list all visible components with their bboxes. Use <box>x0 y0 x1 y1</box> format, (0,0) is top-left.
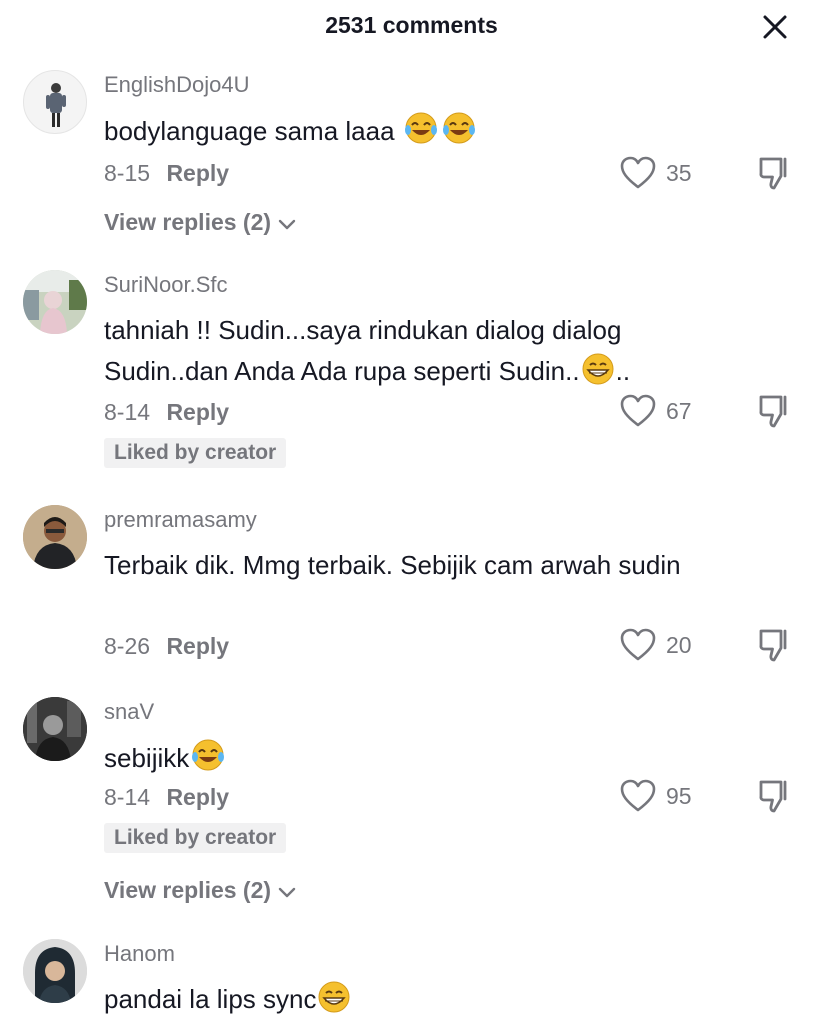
comment-item: snaV sebijikk 8-14 Reply 95 Liked by cre… <box>0 697 823 912</box>
view-replies-label: View replies (2) <box>104 209 272 235</box>
comment-date: 8-14 <box>104 399 151 425</box>
comment-username[interactable]: snaV <box>104 699 154 725</box>
comment-date: 8-14 <box>104 784 151 810</box>
comment-text: Terbaik dik. Mmg terbaik. Sebijik cam ar… <box>104 545 694 586</box>
avatar[interactable] <box>23 939 87 1003</box>
tears-of-joy-emoji <box>192 739 225 771</box>
comments-count-title: 2531 comments <box>325 12 498 38</box>
thumbs-down-icon[interactable] <box>757 393 793 429</box>
comment-meta: 8-14 Reply <box>104 784 229 811</box>
heart-icon <box>620 394 656 427</box>
comment-username[interactable]: EnglishDojo4U <box>104 72 250 98</box>
comment-meta: 8-14 Reply <box>104 399 229 426</box>
comment-date: 8-15 <box>104 160 151 186</box>
heart-icon <box>620 779 656 812</box>
view-replies-label: View replies (2) <box>104 877 272 903</box>
grinning-emoji <box>318 981 350 1013</box>
comment-text: pandai la lips sync <box>104 979 724 1020</box>
comment-username[interactable]: SuriNoor.Sfc <box>104 272 228 298</box>
thumbs-down-icon[interactable] <box>757 155 793 191</box>
chevron-down-icon <box>278 219 296 230</box>
thumbs-down-icon[interactable] <box>757 778 793 814</box>
comment-item: Hanom pandai la lips sync <box>0 939 823 1024</box>
comment-date: 8-26 <box>104 633 151 659</box>
comments-header: 2531 comments <box>0 0 823 54</box>
comment-username[interactable]: premramasamy <box>104 507 257 533</box>
reply-button[interactable]: Reply <box>166 399 229 426</box>
reply-button[interactable]: Reply <box>166 633 229 660</box>
liked-by-creator-badge: Liked by creator <box>104 438 287 468</box>
liked-by-creator-badge: Liked by creator <box>104 823 287 853</box>
view-replies-button[interactable]: View replies (2) <box>104 209 297 236</box>
comment-item: EnglishDojo4U bodylanguage sama laaa 8-1… <box>0 70 823 240</box>
comment-text: tahniah !! Sudin...saya rindukan dialog … <box>104 310 704 392</box>
tears-of-joy-emoji <box>442 112 475 144</box>
avatar[interactable] <box>23 697 87 761</box>
comment-username[interactable]: Hanom <box>104 941 175 967</box>
heart-icon <box>620 628 656 661</box>
grinning-emoji <box>582 353 614 385</box>
comment-item: premramasamy Terbaik dik. Mmg terbaik. S… <box>0 505 823 675</box>
comment-text: bodylanguage sama laaa <box>104 110 724 152</box>
reply-button[interactable]: Reply <box>166 160 229 187</box>
comment-item: SuriNoor.Sfc tahniah !! Sudin...saya rin… <box>0 270 823 470</box>
like-count: 35 <box>666 160 692 186</box>
comment-text-content: bodylanguage sama laaa <box>104 116 402 146</box>
view-replies-button[interactable]: View replies (2) <box>104 877 297 904</box>
reply-button[interactable]: Reply <box>166 784 229 811</box>
like-count: 95 <box>666 783 692 809</box>
like-count: 20 <box>666 632 692 658</box>
comment-text-content: Terbaik dik. Mmg terbaik. Sebijik cam ar… <box>104 550 681 580</box>
comment-text: sebijikk <box>104 737 724 779</box>
comment-text-content: pandai la lips sync <box>104 984 317 1014</box>
heart-icon <box>620 156 656 189</box>
thumbs-down-icon[interactable] <box>757 627 793 663</box>
comment-meta: 8-15 Reply <box>104 160 229 187</box>
comment-text-content: tahniah !! Sudin...saya rindukan dialog … <box>104 315 622 386</box>
close-icon[interactable] <box>760 12 790 42</box>
tears-of-joy-emoji <box>404 112 437 144</box>
avatar[interactable] <box>23 270 87 334</box>
avatar[interactable] <box>23 70 87 134</box>
avatar[interactable] <box>23 505 87 569</box>
like-count: 67 <box>666 398 692 424</box>
comment-text-tail: .. <box>615 356 631 386</box>
comment-text-content: sebijikk <box>104 743 190 773</box>
chevron-down-icon <box>278 887 296 898</box>
comment-meta: 8-26 Reply <box>104 633 229 660</box>
